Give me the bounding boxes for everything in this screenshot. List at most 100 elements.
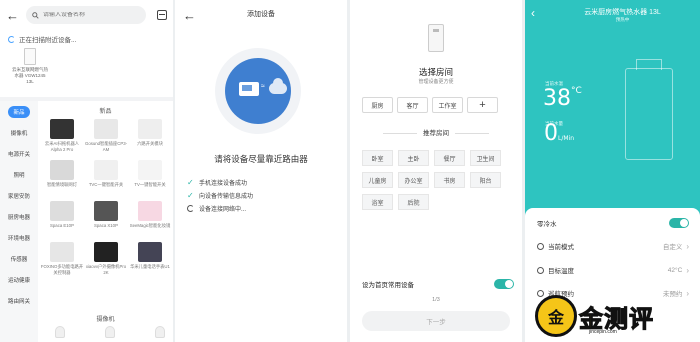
sidebar-item-health[interactable]: 运动健康 (0, 269, 38, 290)
watermark-url: jincepin.com (589, 329, 617, 335)
product-item[interactable]: TV一键智能开关 (128, 160, 172, 199)
step-item: ✓ 向设备传输信息成功 (187, 191, 254, 200)
product-item[interactable]: xiaovv户外摄像机Pro 2K (84, 242, 128, 281)
cloud-icon (269, 78, 287, 94)
recommended-room-option[interactable]: 主卧 (398, 150, 429, 166)
product-item[interactable]: Spaca X10P (84, 201, 128, 240)
recommended-room-option[interactable]: 餐厅 (434, 150, 465, 166)
recommended-room-option[interactable]: 办公室 (398, 172, 429, 188)
sidebar-item-lighting[interactable]: 照明 (0, 164, 38, 185)
zero-cold-water-toggle[interactable] (669, 218, 689, 228)
add-device-panel: ← 正在扫描附近设备... 云米互联网燃气热水器 VGW1245 13L 新品 … (0, 0, 173, 342)
chevron-right-icon: › (686, 241, 689, 251)
product-image (94, 160, 118, 180)
camera-icon[interactable] (155, 326, 165, 338)
recommended-room-option[interactable]: 儿童房 (362, 172, 393, 188)
progress-steps: ✓ 手机连接设备成功 ✓ 向设备传输信息成功 设备连接网络中... (187, 176, 253, 215)
step-item: 设备连接网络中... (187, 202, 253, 215)
recommended-room-option[interactable]: 后院 (398, 194, 429, 210)
loading-icon (8, 35, 15, 43)
sidebar-item-kitchen[interactable]: 厨房电器 (0, 206, 38, 227)
camera-icon[interactable] (55, 326, 65, 338)
sidebar-item-router[interactable]: 路由网关 (0, 290, 38, 311)
product-item[interactable]: Gosund智能插座CP3-AM (84, 119, 128, 158)
back-arrow-icon[interactable]: ← (6, 8, 20, 23)
product-image (138, 119, 162, 139)
room-option[interactable]: 客厅 (397, 97, 428, 113)
product-name: Gosund智能插座CP3-AM (84, 141, 128, 152)
recommended-room-option[interactable]: 卫生间 (470, 150, 501, 166)
product-item[interactable]: 华米儿童电话手表U1 (128, 242, 172, 281)
recommended-room-option[interactable]: 卧室 (362, 150, 393, 166)
section-title-camera: 摄像机 (96, 317, 115, 323)
product-item[interactable]: FOXINO多功能电路开关控制器 (40, 242, 84, 281)
product-image (94, 201, 118, 221)
sidebar-item-camera[interactable]: 摄像机 (0, 122, 38, 143)
sidebar-item-new[interactable]: 新品 (0, 101, 38, 122)
recommended-room-option[interactable]: 浴室 (362, 194, 393, 210)
section-title-new: 新品 (99, 109, 112, 115)
mode-row[interactable]: 当前模式 自定义 › (537, 241, 689, 251)
page-subtitle: 管理设备更方便 (418, 79, 454, 85)
check-icon: ✓ (187, 178, 194, 187)
add-room-button[interactable]: + (467, 97, 498, 113)
page-indicator: 1/3 (432, 297, 440, 303)
room-option[interactable]: 工作室 (432, 97, 463, 113)
step-item: ✓ 手机连接设备成功 (187, 178, 248, 187)
next-button[interactable]: 下一步 (362, 311, 510, 331)
camera-row (55, 326, 165, 338)
room-option[interactable]: 厨房 (362, 97, 393, 113)
loading-icon (187, 205, 194, 212)
target-temp-row[interactable]: 目标温度 42°C › (537, 265, 689, 275)
product-item[interactable]: SeeMagic智能化妆镜 (128, 201, 172, 240)
connecting-panel: ← 添加设备 ≈ 请将设备尽量靠近路由器 ✓ 手机连接设备成功 ✓ 向设备传输信息成… (175, 0, 347, 342)
product-item[interactable]: TVC一键智能开关 (84, 160, 128, 199)
product-image (50, 160, 74, 180)
product-item[interactable]: 云米AI扫拖机器人Alpha 2 Pro (40, 119, 84, 158)
product-image (50, 119, 74, 139)
camera-icon[interactable] (105, 326, 115, 338)
connection-illustration-inner: ≈ (225, 58, 291, 124)
chevron-right-icon: › (686, 265, 689, 275)
scan-icon[interactable] (157, 10, 167, 20)
recommended-room-option[interactable]: 阳台 (470, 172, 501, 188)
recommended-rooms-title: 推荐房间 (350, 127, 522, 137)
back-arrow-icon[interactable]: ‹ (531, 6, 535, 20)
product-name: FOXINO多功能电路开关控制器 (40, 264, 84, 275)
room-list: 厨房 客厅 工作室 + (362, 97, 498, 113)
sidebar-item-sensor[interactable]: 传感器 (0, 248, 38, 269)
set-home-toggle[interactable] (494, 279, 514, 289)
found-device[interactable]: 云米互联网燃气热水器 VGW1245 13L (12, 48, 48, 85)
product-name: 智能情境联网灯 (46, 182, 78, 187)
sidebar-item-power[interactable]: 电源开关 (0, 143, 38, 164)
product-item[interactable]: Spaca E10P (40, 201, 84, 240)
product-item[interactable]: 智能情境联网灯 (40, 160, 84, 199)
top-bar: ← (0, 0, 173, 30)
product-image (138, 201, 162, 221)
page-title: 添加设备 (247, 11, 275, 18)
search-box[interactable] (26, 6, 146, 24)
search-input[interactable] (43, 12, 138, 18)
product-item[interactable]: 六路开关模块 (128, 119, 172, 158)
sidebar-item-environment[interactable]: 环境电器 (0, 227, 38, 248)
set-home-row: 设为首页常用设备 (362, 279, 514, 289)
recommended-room-option[interactable]: 书房 (434, 172, 465, 188)
device-status: 预热中 (615, 17, 630, 22)
scanning-status: 正在扫描附近设备... (8, 34, 76, 44)
set-home-label: 设为首页常用设备 (362, 282, 414, 289)
device-title: 云米厨房燃气热水器 13L (584, 9, 661, 16)
product-image (94, 119, 118, 139)
product-name: SeeMagic智能化妆镜 (129, 223, 171, 228)
search-icon (32, 11, 39, 19)
connection-hint: 请将设备尽量靠近路由器 (214, 154, 308, 164)
sidebar-item-security[interactable]: 家居安防 (0, 185, 38, 206)
water-heater-illustration (625, 59, 673, 160)
product-name: 华米儿童电话手表U1 (130, 264, 170, 269)
thermometer-icon (537, 266, 544, 274)
category-sidebar: 新品 摄像机 电源开关 照明 家居安防 厨房电器 环境电器 传感器 运动健康 路… (0, 101, 38, 342)
wifi-icon: ≈ (261, 83, 265, 90)
product-name: 六路开关模块 (137, 141, 163, 146)
zero-cold-water-row: 零冷水 (537, 218, 689, 228)
product-grid: 云米AI扫拖机器人Alpha 2 Pro Gosund智能插座CP3-AM 六路开关… (40, 119, 172, 281)
product-name: 云米AI扫拖机器人Alpha 2 Pro (44, 141, 80, 152)
